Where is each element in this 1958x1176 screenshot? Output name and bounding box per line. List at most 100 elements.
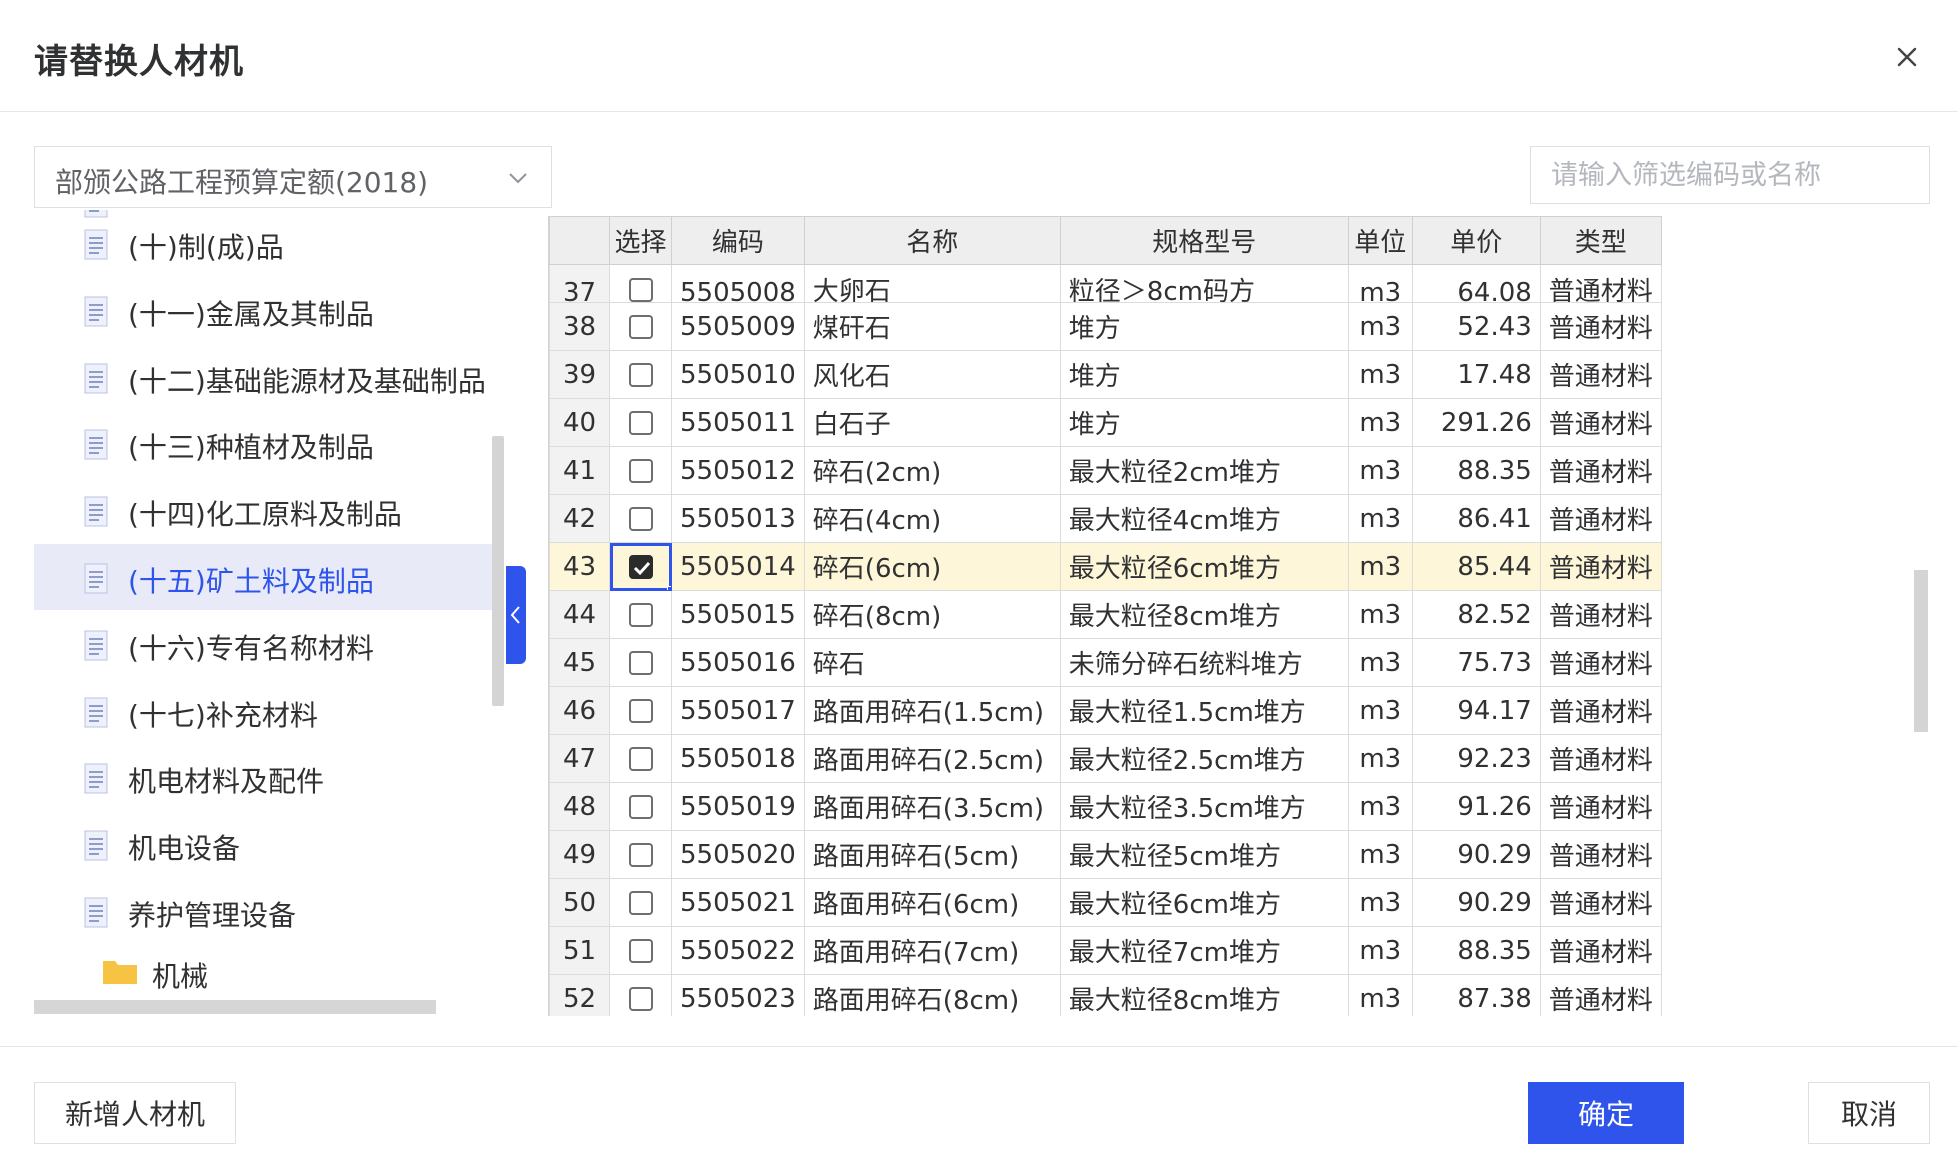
select-cell[interactable]	[609, 302, 672, 351]
spec-cell[interactable]: 最大粒径1.5cm堆方	[1059, 686, 1349, 735]
checkbox[interactable]	[628, 891, 653, 915]
select-cell[interactable]	[609, 350, 672, 399]
price-cell[interactable]: 88.35	[1411, 926, 1541, 975]
checkbox[interactable]	[628, 939, 653, 963]
price-cell[interactable]: 291.26	[1411, 398, 1541, 447]
row-number[interactable]: 50	[549, 878, 610, 927]
checkbox-checked[interactable]	[628, 555, 653, 579]
price-cell[interactable]: 90.29	[1411, 878, 1541, 927]
table-row[interactable]: 51 5505022 路面用碎石(7cm) 最大粒径7cm堆方 m3 88.35 普通材料	[549, 926, 1662, 975]
name-cell[interactable]: 碎石(4cm)	[803, 494, 1061, 543]
search-input[interactable]	[1530, 146, 1930, 204]
price-cell[interactable]: 87.38	[1411, 974, 1541, 1016]
unit-cell[interactable]: m3	[1347, 446, 1413, 495]
table-row[interactable]: 42 5505013 碎石(4cm) 最大粒径4cm堆方 m3 86.41 普通材料	[549, 494, 1662, 543]
code-cell[interactable]: 5505013	[671, 494, 805, 543]
type-cell[interactable]: 普通材料	[1539, 542, 1662, 591]
code-cell[interactable]: 5505017	[671, 686, 805, 735]
checkbox[interactable]	[628, 411, 653, 435]
table-row[interactable]: 37 5505008 大卵石 粒径＞8cm码方 m3 64.08 普通材料	[549, 264, 1662, 303]
tree-item[interactable]: (十六)专有名称材料	[34, 611, 492, 677]
type-cell[interactable]: 普通材料	[1539, 350, 1662, 399]
header-type[interactable]: 类型	[1539, 216, 1662, 265]
name-cell[interactable]: 碎石(6cm)	[803, 542, 1061, 591]
name-cell[interactable]: 风化石	[803, 350, 1061, 399]
row-number[interactable]: 46	[549, 686, 610, 735]
code-cell[interactable]: 5505020	[671, 830, 805, 879]
type-cell[interactable]: 普通材料	[1539, 734, 1662, 783]
row-number-cell[interactable]: 37	[549, 264, 610, 303]
checkbox[interactable]	[628, 795, 653, 819]
collapse-panel-button[interactable]	[506, 566, 526, 664]
price-cell[interactable]: 17.48	[1411, 350, 1541, 399]
tree-item[interactable]: 养护管理设备	[34, 878, 492, 944]
select-cell[interactable]	[609, 398, 672, 447]
unit-cell[interactable]: m3	[1347, 638, 1413, 687]
library-select[interactable]: 部颁公路工程预算定额(2018)	[34, 146, 552, 208]
unit-cell[interactable]: m3	[1347, 926, 1413, 975]
unit-cell[interactable]: m3	[1347, 974, 1413, 1016]
name-cell[interactable]: 路面用碎石(3.5cm)	[803, 782, 1061, 831]
name-cell[interactable]: 路面用碎石(7cm)	[803, 926, 1061, 975]
table-row[interactable]: 41 5505012 碎石(2cm) 最大粒径2cm堆方 m3 88.35 普通材料	[549, 446, 1662, 495]
select-cell[interactable]	[609, 686, 672, 735]
checkbox[interactable]	[628, 315, 653, 339]
checkbox[interactable]	[628, 843, 653, 867]
fill-handle[interactable]	[667, 586, 671, 590]
checkbox[interactable]	[628, 459, 653, 483]
select-cell[interactable]	[609, 878, 672, 927]
header-unit[interactable]: 单位	[1347, 216, 1413, 265]
spec-cell[interactable]: 最大粒径2cm堆方	[1059, 446, 1349, 495]
table-row[interactable]: 40 5505011 白石子 堆方 m3 291.26 普通材料	[549, 398, 1662, 447]
table-row[interactable]: 44 5505015 碎石(8cm) 最大粒径8cm堆方 m3 82.52 普通材料	[549, 590, 1662, 639]
checkbox[interactable]	[628, 603, 653, 627]
header-select[interactable]: 选择	[609, 216, 672, 265]
unit-cell[interactable]: m3	[1347, 830, 1413, 879]
type-cell[interactable]: 普通材料	[1539, 782, 1662, 831]
spec-cell[interactable]: 最大粒径6cm堆方	[1059, 542, 1349, 591]
name-cell[interactable]: 路面用碎石(8cm)	[803, 974, 1061, 1016]
price-cell[interactable]: 75.73	[1411, 638, 1541, 687]
type-cell[interactable]: 普通材料	[1539, 494, 1662, 543]
name-cell[interactable]: 路面用碎石(2.5cm)	[803, 734, 1061, 783]
spec-cell[interactable]: 堆方	[1059, 350, 1349, 399]
cancel-button[interactable]: 取消	[1808, 1082, 1930, 1144]
table-row[interactable]: 50 5505021 路面用碎石(6cm) 最大粒径6cm堆方 m3 90.29 普通材料	[549, 878, 1662, 927]
checkbox[interactable]	[628, 651, 653, 675]
select-cell[interactable]	[609, 734, 672, 783]
unit-cell[interactable]: m3	[1347, 590, 1413, 639]
row-number[interactable]: 51	[549, 926, 610, 975]
checkbox[interactable]	[628, 363, 653, 387]
name-cell[interactable]: 碎石	[803, 638, 1061, 687]
header-code[interactable]: 编码	[671, 216, 805, 265]
name-cell[interactable]: 路面用碎石(1.5cm)	[803, 686, 1061, 735]
spec-cell[interactable]: 最大粒径2.5cm堆方	[1059, 734, 1349, 783]
type-cell[interactable]: 普通材料	[1539, 926, 1662, 975]
code-cell[interactable]: 5505021	[671, 878, 805, 927]
checkbox[interactable]	[628, 277, 653, 302]
table-row[interactable]: 46 5505017 路面用碎石(1.5cm) 最大粒径1.5cm堆方 m3 94.17 普…	[549, 686, 1662, 735]
select-cell[interactable]	[609, 494, 672, 543]
spec-cell[interactable]: 最大粒径8cm堆方	[1059, 590, 1349, 639]
row-number[interactable]: 44	[549, 590, 610, 639]
tree-scrollbar[interactable]	[492, 436, 504, 706]
spec-cell[interactable]: 堆方	[1059, 398, 1349, 447]
price-cell[interactable]: 94.17	[1411, 686, 1541, 735]
type-cell[interactable]: 普通材料	[1539, 686, 1662, 735]
type-cell[interactable]: 普通材料	[1539, 974, 1662, 1016]
spec-cell[interactable]: 最大粒径6cm堆方	[1059, 878, 1349, 927]
row-number[interactable]: 43	[549, 542, 610, 591]
select-cell[interactable]	[609, 974, 672, 1016]
unit-cell[interactable]: m3	[1347, 542, 1413, 591]
row-number[interactable]: 40	[549, 398, 610, 447]
spec-cell[interactable]: 未筛分碎石统料堆方	[1059, 638, 1349, 687]
unit-cell[interactable]: m3	[1347, 734, 1413, 783]
row-number[interactable]: 38	[549, 302, 610, 351]
table-row[interactable]: 39 5505010 风化石 堆方 m3 17.48 普通材料	[549, 350, 1662, 399]
add-material-button[interactable]: 新增人材机	[34, 1082, 236, 1144]
row-number[interactable]: 41	[549, 446, 610, 495]
tree-item[interactable]: (十五)矿土料及制品	[34, 544, 492, 610]
name-cell[interactable]: 煤矸石	[803, 302, 1061, 351]
price-cell[interactable]: 85.44	[1411, 542, 1541, 591]
tree-item-folder[interactable]: 机械	[34, 945, 492, 1000]
